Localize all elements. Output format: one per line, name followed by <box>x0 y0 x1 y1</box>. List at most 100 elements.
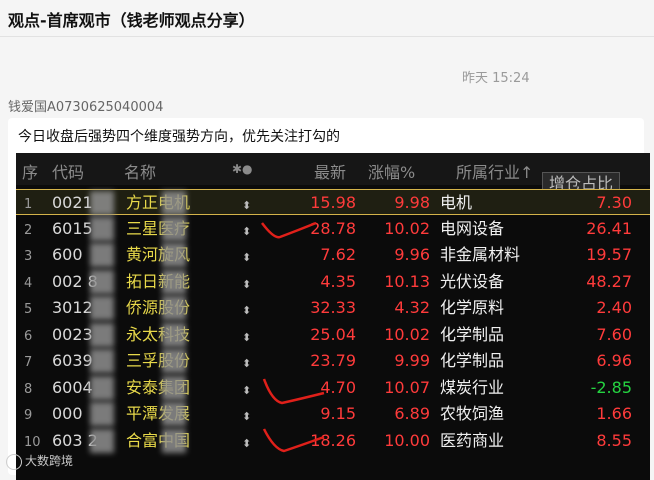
row-change: 9.99 <box>394 351 430 370</box>
row-seq: 4 <box>24 275 33 291</box>
row-mark-icon: ⬍ <box>242 330 252 344</box>
code-redaction <box>90 428 114 453</box>
row-ratio: 7.60 <box>596 324 632 344</box>
message-bubble[interactable]: 今日收盘后强势四个维度强势方向，优先关注打勾的 序 代码 名称 ✱● 最新 涨幅… <box>8 118 650 480</box>
code-redaction <box>90 322 114 347</box>
row-ratio: 2.40 <box>596 298 632 317</box>
row-industry: 农牧饲渔 <box>440 404 505 423</box>
watermark: 大数跨境 <box>6 452 73 470</box>
row-mark-icon: ⬍ <box>242 304 252 317</box>
check-mark-icon <box>262 378 325 405</box>
row-change: 10.07 <box>384 377 430 397</box>
row-change: 6.89 <box>394 404 430 423</box>
row-seq: 9 <box>24 408 33 423</box>
row-ratio: 1.66 <box>596 404 632 423</box>
table-row[interactable]: 7 6039 三孚股份 ⬍ 23.79 9.99 化学制品 6.96 <box>16 348 650 374</box>
row-change: 9.96 <box>394 245 430 264</box>
row-change: 10.00 <box>384 430 430 450</box>
row-industry: 光伏设备 <box>440 271 505 291</box>
row-industry: 化学制品 <box>440 351 505 370</box>
row-code: 0023 <box>52 324 93 344</box>
table-row[interactable]: 4 002 8 拓日新能 ⬍ 4.35 10.13 光伏设备 48.27 <box>16 269 650 295</box>
row-mark-icon: ⬍ <box>242 277 252 291</box>
row-price: 23.79 <box>310 351 356 370</box>
table-row[interactable]: 3 600 黄河旋风 ⬍ 7.62 9.96 非金属材料 19.57 <box>16 242 650 268</box>
name-redaction <box>162 375 186 400</box>
name-redaction <box>162 322 186 347</box>
table-row[interactable]: 5 3012 侨源股份 ⬍ 32.33 4.32 化学原料 2.40 <box>16 295 650 321</box>
row-industry: 煤炭行业 <box>440 377 505 397</box>
check-mark-icon <box>261 221 317 239</box>
name-redaction <box>162 296 186 320</box>
row-ratio: 19.57 <box>586 245 632 264</box>
message-text: 今日收盘后强势四个维度强势方向，优先关注打勾的 <box>18 129 340 145</box>
row-mark-icon: ⬍ <box>242 410 252 423</box>
row-mark-icon: ⬍ <box>242 436 252 450</box>
message-sender[interactable]: 钱爱国A0730625040004 <box>8 96 163 115</box>
row-code: 6004 <box>52 377 93 397</box>
row-price: 15.98 <box>310 193 356 212</box>
row-ratio: 26.41 <box>586 218 632 238</box>
chat-header: 观点-首席观市（钱老师观点分享） <box>0 0 654 37</box>
name-redaction <box>162 216 186 241</box>
code-redaction <box>90 296 114 320</box>
name-redaction <box>162 349 186 373</box>
stock-table-screenshot[interactable]: 序 代码 名称 ✱● 最新 涨幅% 所属行业↑ 增仓占比 1 0021 方正电机 ⬍ 1… <box>16 153 650 480</box>
row-code: 0021 <box>52 193 93 212</box>
header-mark[interactable]: ✱● <box>232 162 253 176</box>
row-industry: 电机 <box>440 193 473 212</box>
header-seq: 序 <box>22 163 39 182</box>
table-row[interactable]: 2 6015 三星医疗 ⬍ 28.78 10.02 电网设备 26.41 <box>16 216 650 242</box>
watermark-logo-icon <box>6 453 22 470</box>
header-code[interactable]: 代码 <box>52 159 84 183</box>
table-row[interactable]: 1 0021 方正电机 ⬍ 15.98 9.98 电机 7.30 <box>16 189 650 215</box>
table-header: 序 代码 名称 ✱● 最新 涨幅% 所属行业↑ 增仓占比 <box>16 153 650 196</box>
header-industry[interactable]: 所属行业↑ <box>456 159 533 183</box>
code-redaction <box>90 191 114 215</box>
name-redaction <box>162 191 186 215</box>
row-change: 10.13 <box>384 271 430 291</box>
row-price: 32.33 <box>310 298 356 317</box>
row-change: 10.02 <box>384 324 430 344</box>
row-code: 600 <box>52 245 83 264</box>
watermark-text: 大数跨境 <box>25 454 74 468</box>
row-industry: 非金属材料 <box>440 245 521 264</box>
row-ratio: 7.30 <box>596 193 632 212</box>
row-change: 9.98 <box>394 193 430 212</box>
row-industry: 电网设备 <box>440 218 505 238</box>
header-change[interactable]: 涨幅% <box>368 159 415 183</box>
row-seq: 3 <box>24 249 33 264</box>
header-price[interactable]: 最新 <box>314 159 346 183</box>
row-seq: 2 <box>24 222 33 238</box>
row-industry: 化学原料 <box>440 298 505 317</box>
row-mark-icon: ⬍ <box>242 199 252 212</box>
message-timestamp: 昨天 15:24 <box>462 71 530 86</box>
name-redaction <box>162 428 186 453</box>
code-redaction <box>90 375 114 400</box>
row-code: 6015 <box>52 218 93 238</box>
row-ratio: 8.55 <box>596 430 632 450</box>
table-row[interactable]: 10 603 2 合富中国 ⬍ 18.26 10.00 医药商业 8.55 <box>16 428 650 454</box>
code-redaction <box>90 243 114 267</box>
row-seq: 5 <box>24 302 33 317</box>
row-industry: 化学制品 <box>440 324 505 344</box>
row-ratio: 48.27 <box>586 271 632 291</box>
code-redaction <box>90 402 114 426</box>
header-name[interactable]: 名称 <box>124 159 156 183</box>
row-mark-icon: ⬍ <box>242 357 252 370</box>
row-seq: 1 <box>24 197 33 212</box>
table-row[interactable]: 9 000 平潭发展 ⬍ 9.15 6.89 农牧饲渔 1.66 <box>16 401 650 427</box>
row-ratio: 6.96 <box>596 351 632 370</box>
row-mark-icon: ⬍ <box>242 383 252 397</box>
row-code: 3012 <box>52 298 93 317</box>
row-industry: 医药商业 <box>440 430 505 450</box>
check-mark-icon <box>262 428 325 453</box>
code-redaction <box>90 216 114 241</box>
row-seq: 10 <box>24 434 41 450</box>
code-redaction <box>90 269 114 294</box>
table-row[interactable]: 8 6004 安泰集团 ⬍ 4.70 10.07 煤炭行业 -2.85 <box>16 375 650 401</box>
row-code: 000 <box>52 404 83 423</box>
row-price: 7.62 <box>320 245 356 264</box>
row-mark-icon: ⬍ <box>242 224 252 238</box>
table-row[interactable]: 6 0023 永太科技 ⬍ 25.04 10.02 化学制品 7.60 <box>16 322 650 348</box>
